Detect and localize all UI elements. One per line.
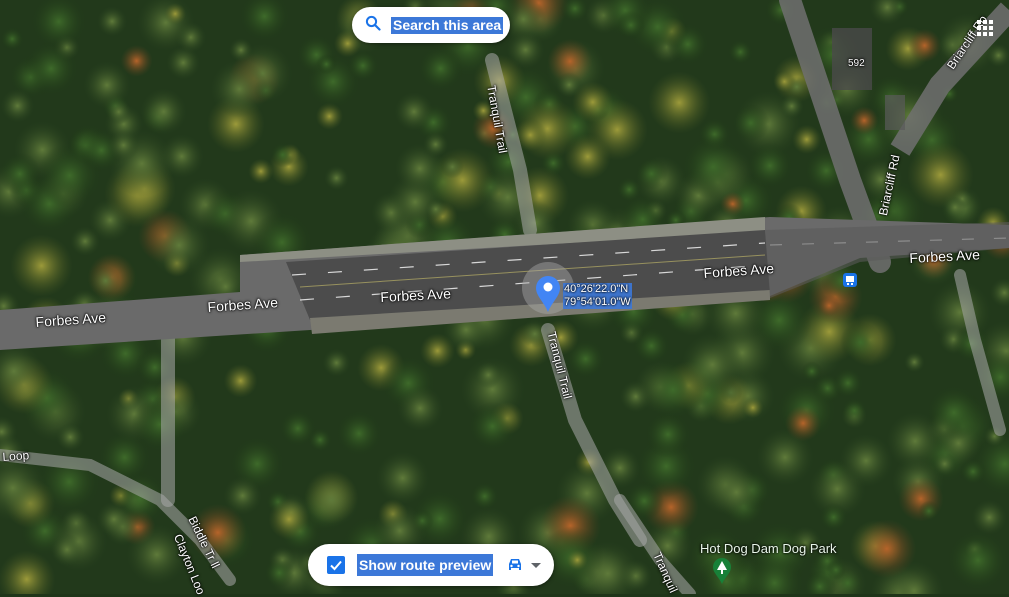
route-preview-checkbox[interactable]: [327, 556, 345, 574]
search-this-area-button[interactable]: Search this area: [352, 7, 510, 43]
travel-mode-dropdown[interactable]: [505, 556, 543, 574]
apps-grid-icon[interactable]: [977, 20, 993, 36]
chevron-down-icon: [531, 563, 542, 568]
pin-coordinates: 40°26'22.0"N 79°54'01.0"W: [563, 283, 632, 309]
trail-label-loop: Loop: [2, 448, 30, 464]
show-route-preview-label[interactable]: Show route preview: [357, 554, 494, 576]
car-icon: [509, 559, 522, 570]
search-icon: [365, 15, 381, 36]
bus-stop-icon[interactable]: [843, 273, 857, 287]
address-label: 592: [848, 58, 865, 69]
pin-longitude: 79°54'01.0"W: [563, 296, 632, 309]
search-this-area-label: Search this area: [391, 16, 504, 34]
satellite-map[interactable]: [0, 0, 1009, 594]
route-preview-bar: Show route preview: [308, 544, 554, 586]
park-label[interactable]: Hot Dog Dam Dog Park: [700, 541, 837, 556]
pin-latitude: 40°26'22.0"N: [563, 283, 632, 296]
checkmark-icon: [330, 560, 342, 571]
